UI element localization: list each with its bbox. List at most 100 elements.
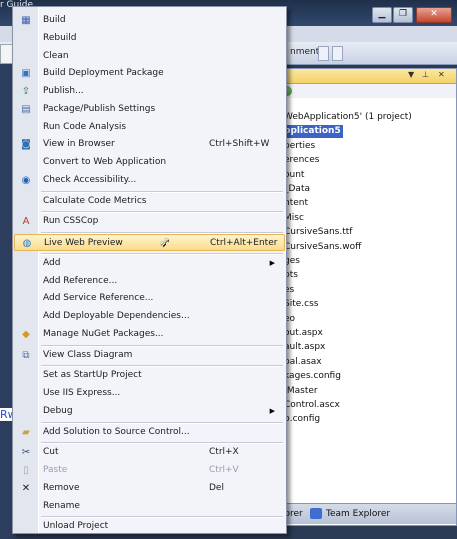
menu-item-add-service-reference[interactable]: Add Service Reference... — [14, 290, 285, 307]
menu-item-shortcut: Ctrl+X — [209, 447, 239, 458]
submenu-arrow-icon: ▶ — [269, 258, 275, 267]
menu-item-label: Calculate Code Metrics — [43, 195, 147, 206]
build-icon: ▦ — [21, 15, 31, 26]
menu-item-label: Rename — [43, 500, 80, 511]
tree-item[interactable]: WebApplication5' (1 project) — [284, 111, 412, 124]
tree-item[interactable]: kages.config — [284, 370, 341, 383]
menu-item-add-solution-to-source-control[interactable]: ▰ Add Solution to Source Control... — [14, 424, 285, 441]
menu-item-label: Set as StartUp Project — [43, 370, 142, 381]
tree-item[interactable]: pplication5 — [284, 125, 343, 139]
menu-item-label: Package/Publish Settings — [43, 103, 156, 114]
menu-item-label: Live Web Preview — [44, 238, 123, 248]
menu-item-package-publish-settings[interactable]: ▤ Package/Publish Settings — [14, 101, 285, 118]
menu-item-remove[interactable]: ✕ Remove Del — [14, 480, 285, 497]
solution-explorer-header: ▼ ⊥ ✕ — [280, 69, 456, 84]
menu-item-shortcut: Ctrl+Shift+W — [209, 139, 270, 150]
team-explorer-icon — [310, 508, 322, 519]
tree-item[interactable]: Control.ascx — [284, 399, 340, 412]
menu-item-label: Clean — [43, 50, 69, 61]
menu-item-label: Add Reference... — [43, 275, 118, 286]
menu-item-build-deployment-package[interactable]: ▣ Build Deployment Package — [14, 65, 285, 82]
menu-item-label: Cut — [43, 447, 59, 458]
menu-item-label: Build Deployment Package — [43, 68, 164, 79]
cut-icon: ✂ — [21, 447, 31, 459]
solution-explorer-toolbar — [280, 84, 456, 98]
menu-item-add-deployable-dependencies[interactable]: Add Deployable Dependencies... — [14, 308, 285, 325]
tree-item[interactable]: b.config — [284, 413, 320, 426]
tree-item[interactable]: ault.aspx — [284, 341, 325, 354]
menu-item-run-code-analysis[interactable]: Run Code Analysis — [14, 119, 285, 136]
minimize-button[interactable]: ▁ — [372, 7, 392, 23]
menu-item-unload-project[interactable]: Unload Project — [14, 518, 285, 535]
menu-item-label: Remove — [43, 482, 80, 493]
tree-item[interactable]: .Master — [284, 385, 318, 398]
menu-item-convert-to-web-application[interactable]: Convert to Web Application — [14, 154, 285, 171]
tab-team-explorer[interactable]: Team Explorer — [310, 507, 390, 521]
menu-item-paste: ▯ Paste Ctrl+V — [14, 462, 285, 479]
menu-item-view-in-browser[interactable]: ◙ View in Browser Ctrl+Shift+W — [14, 136, 285, 153]
tree-item[interactable]: ntent — [284, 197, 308, 210]
pin-icon[interactable]: ⊥ — [422, 70, 429, 79]
submenu-arrow-icon: ▶ — [269, 406, 275, 415]
menu-item-label: Add Solution to Source Control... — [43, 426, 190, 437]
menu-item-view-class-diagram[interactable]: ⧉ View Class Diagram — [14, 347, 285, 364]
nuget-icon: ◆ — [22, 328, 30, 340]
menu-item-add[interactable]: Add ▶ — [14, 255, 285, 272]
menu-item-run-csscop[interactable]: A Run CSSCop — [14, 213, 285, 230]
tab-team-explorer-label: Team Explorer — [326, 509, 391, 519]
menu-item-label: Unload Project — [43, 521, 109, 532]
menu-item-add-reference[interactable]: Add Reference... — [14, 273, 285, 290]
menu-item-rename[interactable]: Rename — [14, 498, 285, 515]
solution-explorer-panel: ▼ ⊥ ✕ WebApplication5' (1 project) pplica… — [279, 68, 457, 526]
menu-item-label: Add — [43, 257, 61, 268]
package-icon: ▣ — [21, 68, 31, 80]
toolbar-dropdown-button[interactable] — [318, 46, 329, 61]
toolbar-overflow-button[interactable] — [332, 46, 343, 61]
tree-item[interactable]: bal.asax — [284, 356, 322, 369]
tree-item[interactable]: Site.css — [284, 298, 318, 311]
menu-item-live-web-preview[interactable]: ◍ Live Web Preview Ctrl+Alt+Enter ➶ — [14, 234, 285, 251]
menu-item-publish[interactable]: ⇪ Publish... — [14, 83, 285, 100]
dropdown-arrow-icon[interactable]: ▼ — [408, 70, 414, 79]
menu-item-use-iis-express[interactable]: Use IIS Express... — [14, 385, 285, 402]
accessibility-icon: ◉ — [21, 174, 31, 186]
menu-item-build[interactable]: ▦ Build — [14, 12, 285, 29]
menu-item-shortcut: Ctrl+Alt+Enter — [210, 238, 278, 248]
project-context-menu: ▦ Build Rebuild Clean ▣ Build Deployment Pack… — [12, 6, 287, 534]
menu-item-label: Add Deployable Dependencies... — [43, 311, 190, 321]
menu-item-rebuild[interactable]: Rebuild — [14, 30, 285, 47]
menu-item-label: Add Service Reference... — [43, 293, 154, 304]
menu-item-label: Run CSSCop — [43, 216, 99, 227]
menu-item-label: Paste — [43, 465, 68, 475]
menu-item-label: Run Code Analysis — [43, 121, 127, 132]
menu-item-label: View in Browser — [43, 139, 115, 150]
menu-item-clean[interactable]: Clean — [14, 48, 285, 65]
close-panel-icon[interactable]: ✕ — [438, 70, 445, 79]
menu-item-label: Manage NuGet Packages... — [43, 328, 164, 339]
menu-item-calculate-code-metrics[interactable]: Calculate Code Metrics — [14, 193, 285, 210]
tree-item[interactable]: _Data — [284, 183, 310, 196]
menu-item-label: Debug — [43, 405, 73, 416]
publish-icon: ⇪ — [21, 86, 31, 97]
menu-item-debug[interactable]: Debug ▶ — [14, 403, 285, 420]
maximize-button[interactable]: ❐ — [393, 7, 413, 23]
globe-icon: ◍ — [22, 238, 32, 249]
panel-tab-strip: lorer Team Explorer — [280, 503, 456, 524]
menu-item-set-as-startup-project[interactable]: Set as StartUp Project — [14, 367, 285, 384]
close-button[interactable]: ✕ — [416, 7, 452, 23]
tree-item[interactable]: out.aspx — [284, 327, 323, 340]
tree-item[interactable]: perties — [284, 140, 315, 153]
menu-item-manage-nuget-packages[interactable]: ◆ Manage NuGet Packages... — [14, 326, 285, 343]
tree-item[interactable]: CursiveSans.woff — [284, 241, 361, 254]
menu-item-label: Use IIS Express... — [43, 388, 121, 398]
tree-item[interactable]: CursiveSans.ttf — [284, 226, 352, 239]
paste-icon: ▯ — [23, 465, 29, 476]
remove-icon: ✕ — [21, 482, 31, 494]
tree-item[interactable]: ount — [284, 169, 304, 182]
source-control-icon: ▰ — [22, 426, 30, 438]
browser-icon: ◙ — [21, 139, 31, 151]
menu-item-cut[interactable]: ✂ Cut Ctrl+X — [14, 444, 285, 461]
menu-item-check-accessibility[interactable]: ◉ Check Accessibility... — [14, 172, 285, 189]
tree-item[interactable]: erences — [284, 154, 319, 167]
class-diagram-icon: ⧉ — [22, 349, 30, 361]
